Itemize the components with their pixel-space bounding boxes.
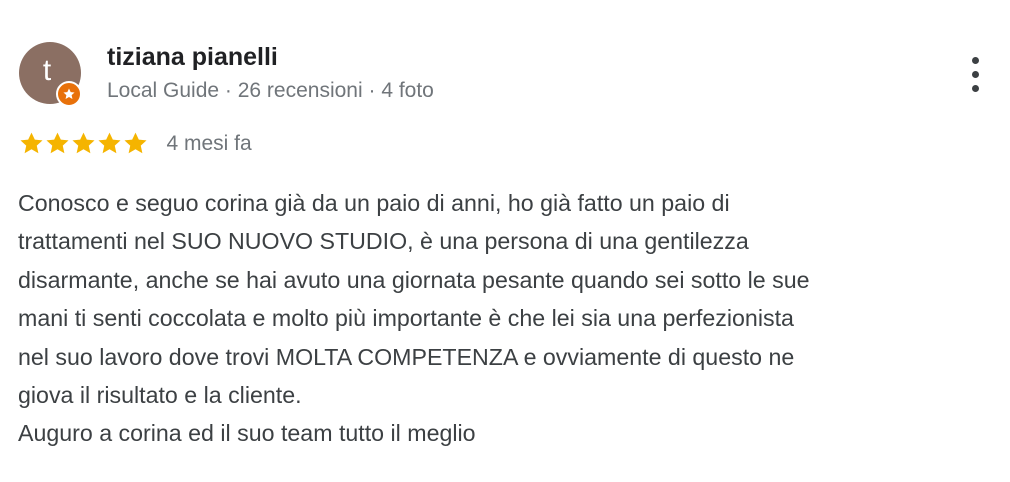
avatar-letter: t	[42, 54, 52, 87]
review-text: Conosco e seguo corina già da un paio di…	[18, 184, 993, 453]
review-text-line: Auguro a corina ed il suo team tutto il …	[18, 420, 476, 447]
review-text-line: nel suo lavoro dove trovi MOLTA COMPETEN…	[18, 343, 795, 370]
review-date: 4 mesi fa	[166, 131, 252, 155]
star-rating	[18, 130, 148, 157]
star-icon	[20, 132, 43, 154]
star-icon	[98, 132, 121, 154]
review-text-line: trattamenti nel SUO NUOVO STUDIO, è una …	[18, 228, 749, 255]
review-text-line: Conosco e seguo corina già da un paio di…	[18, 190, 730, 216]
review-text-line: disarmante, anche se hai avuto una giorn…	[18, 266, 810, 293]
reviewer-meta: Local Guide · 26 recensioni · 4 foto	[107, 79, 434, 102]
more-options-button[interactable]	[962, 55, 990, 95]
more-vert-icon	[972, 57, 979, 64]
star-icon	[124, 132, 147, 154]
rating-row: 4 mesi fa	[18, 130, 252, 158]
star-icon	[46, 132, 69, 154]
local-guide-star-icon	[56, 81, 82, 107]
review-text-line: mani ti senti coccolata e molto più impo…	[18, 305, 794, 332]
star-icon	[72, 132, 95, 154]
review-text-line: giova il risultato e la cliente.	[18, 382, 302, 409]
reviewer-name[interactable]: tiziana pianelli	[107, 43, 278, 72]
